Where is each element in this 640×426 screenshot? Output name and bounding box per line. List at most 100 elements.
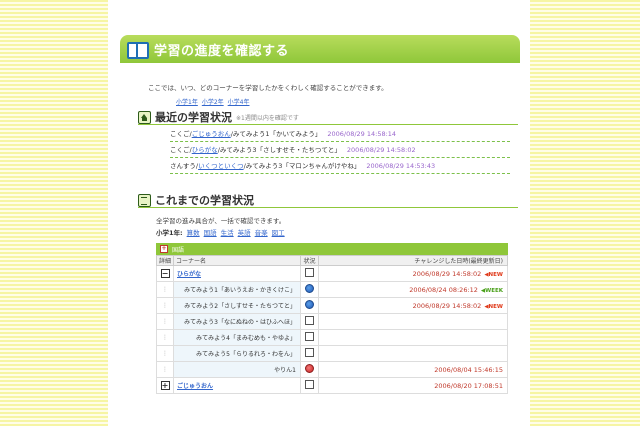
table-header-row: 詳細 コーナー名 状況 チャレンジした日時(最終更新日)	[156, 255, 508, 266]
recent-item-text: /みてみよう1「かいてみよう」	[230, 130, 322, 138]
recent-section-header: 最近の学習状況 ※1週間以内を確認です	[138, 109, 299, 125]
date-cell: 2006/08/29 14:58:02 ◀NEW	[318, 297, 508, 314]
recent-subject: こくご/	[170, 146, 192, 154]
page-title: 学習の進度を確認する	[154, 43, 290, 59]
table-row: ⋮ みてみよう4「まみむめも・やゆよ」	[156, 329, 508, 346]
house-icon	[138, 110, 151, 124]
status-blue-dot-icon	[305, 300, 314, 309]
challenge-date: 2006/08/20 17:08:51	[434, 381, 503, 390]
main-page: 学習の進度を確認する ここでは、いつ、どのコーナーを学習したかをくわしく確認する…	[108, 0, 530, 426]
subject-link-art[interactable]: 図工	[272, 227, 285, 237]
header-detail: 詳細	[156, 255, 174, 266]
tree-dots-icon: ⋮	[162, 350, 168, 357]
collapse-minus-icon[interactable]: −	[160, 269, 170, 278]
overall-description: 全学習の進み具合が、一括で確認できます。	[156, 217, 286, 225]
overall-title: これまでの学習状況	[155, 194, 254, 207]
new-badge: ◀NEW	[484, 271, 503, 278]
page-header: 学習の進度を確認する	[120, 35, 520, 63]
detail-cell: ⋮	[156, 297, 174, 314]
date-cell	[318, 313, 508, 330]
table-subject-label: 国語	[172, 246, 185, 254]
status-cell	[300, 265, 319, 282]
recent-corner-link[interactable]: ごじゅうおん	[192, 130, 231, 138]
corner-name-cell: みてみよう3「なにぬねの・はひふへほ」	[173, 313, 301, 330]
grade-link-1[interactable]: 小学1年	[176, 97, 198, 106]
corner-subitem: みてみよう1「あいうえお・かきくけこ」	[184, 287, 296, 294]
header-status: 状況	[300, 255, 319, 266]
corner-name-cell: みてみよう5「らりるれろ・わをん」	[173, 345, 301, 362]
table-row: ⋮ みてみよう3「なにぬねの・はひふへほ」	[156, 313, 508, 330]
table-row: ⋮ みてみよう2「さしすせそ・たちつてと」 2006/08/29 14:58:02 ◀…	[156, 297, 508, 314]
expand-icon[interactable]: +	[160, 245, 168, 253]
detail-cell: ⋮	[156, 313, 174, 330]
status-blue-dot-icon	[305, 284, 314, 293]
corner-subitem: みてみよう4「まみむめも・やゆよ」	[196, 335, 296, 342]
challenge-date: 2006/08/29 14:58:02	[412, 301, 482, 310]
corner-link[interactable]: ごじゅうおん	[177, 383, 213, 390]
header-date: チャレンジした日時(最終更新日)	[318, 255, 508, 266]
status-empty-box-icon	[305, 332, 314, 341]
table-row: + ごじゅうおん 2006/08/20 17:08:51	[156, 377, 508, 394]
subject-link-japanese[interactable]: 国語	[204, 227, 217, 237]
week-badge: ◀WEEK	[480, 287, 503, 294]
detail-cell: ⋮	[156, 345, 174, 362]
tree-dots-icon: ⋮	[162, 302, 168, 309]
list-icon	[138, 193, 151, 207]
status-empty-box-icon	[305, 316, 314, 325]
recent-item-text: /みてみよう3「さしすせそ・たちつてと」	[217, 146, 341, 154]
expand-plus-icon[interactable]: +	[160, 381, 170, 390]
right-stripe-decoration	[530, 0, 640, 426]
date-cell: 2006/08/24 08:26:12 ◀WEEK	[318, 281, 508, 298]
recent-row: こくご/ごじゅうおん/みてみよう1「かいてみよう」 2006/08/29 14:5…	[170, 126, 510, 142]
corner-subitem: みてみよう5「らりるれろ・わをん」	[196, 351, 296, 358]
subject-link-math[interactable]: 算数	[187, 227, 200, 237]
table-row: ⋮ みてみよう5「らりるれろ・わをん」	[156, 345, 508, 362]
new-badge: ◀NEW	[484, 303, 503, 310]
corner-name-cell: やりん1	[173, 361, 301, 378]
status-cell	[300, 329, 319, 346]
recent-title: 最近の学習状況	[155, 111, 232, 124]
subject-link-english[interactable]: 英語	[238, 227, 251, 237]
corner-name-cell: みてみよう4「まみむめも・やゆよ」	[173, 329, 301, 346]
table-row: ⋮ やりん1 2006/08/04 15:46:15	[156, 361, 508, 378]
overall-section-header: これまでの学習状況	[138, 192, 254, 208]
recent-corner-link[interactable]: ひらがな	[192, 146, 218, 154]
grade-link-2[interactable]: 小学2年	[202, 97, 224, 106]
detail-cell: ⋮	[156, 281, 174, 298]
challenge-date: 2006/08/24 08:26:12	[409, 285, 478, 294]
recent-date: 2006/08/29 14:53:43	[366, 162, 436, 170]
date-cell: 2006/08/04 15:46:15	[318, 361, 508, 378]
recent-row: さんすう/いくつといくつ/みてみよう3「マロンちゃんがけやね」 2006/08/2…	[170, 158, 510, 174]
status-empty-box-icon	[305, 380, 314, 389]
status-cell	[300, 377, 319, 394]
tree-dots-icon: ⋮	[162, 334, 168, 341]
corner-link[interactable]: ひらがな	[177, 271, 201, 278]
corner-name-cell: みてみよう1「あいうえお・かきくけこ」	[173, 281, 301, 298]
grade-link-4[interactable]: 小学4年	[228, 97, 250, 106]
detail-cell: ⋮	[156, 361, 174, 378]
recent-date: 2006/08/29 14:58:02	[346, 146, 416, 154]
status-red-dot-icon	[305, 364, 314, 373]
corner-subitem: みてみよう2「さしすせそ・たちつてと」	[184, 303, 296, 310]
detail-cell: ⋮	[156, 329, 174, 346]
recent-subject: こくご/	[170, 130, 192, 138]
overall-divider	[138, 207, 518, 208]
subject-link-life[interactable]: 生活	[221, 227, 234, 237]
subject-link-music[interactable]: 音楽	[255, 227, 268, 237]
recent-item-text: /みてみよう3「マロンちゃんがけやね」	[243, 162, 361, 170]
recent-row: こくご/ひらがな/みてみよう3「さしすせそ・たちつてと」 2006/08/29 1…	[170, 142, 510, 158]
left-stripe-decoration	[0, 0, 108, 426]
corner-subitem: やりん1	[274, 367, 296, 374]
recent-divider	[138, 124, 518, 125]
status-cell	[300, 297, 319, 314]
detail-cell: −	[156, 265, 174, 282]
status-empty-box-icon	[305, 268, 314, 277]
date-cell: 2006/08/29 14:58:02 ◀NEW	[318, 265, 508, 282]
grade-links: 小学1年 小学2年 小学4年	[176, 97, 249, 106]
corner-name-cell: みてみよう2「さしすせそ・たちつてと」	[173, 297, 301, 314]
recent-corner-link[interactable]: いくつといくつ	[198, 162, 244, 170]
corner-name-cell: ひらがな	[173, 265, 301, 282]
header-corner: コーナー名	[173, 255, 301, 266]
grade-label: 小学1年:	[156, 229, 183, 237]
challenge-date: 2006/08/29 14:58:02	[412, 269, 482, 278]
